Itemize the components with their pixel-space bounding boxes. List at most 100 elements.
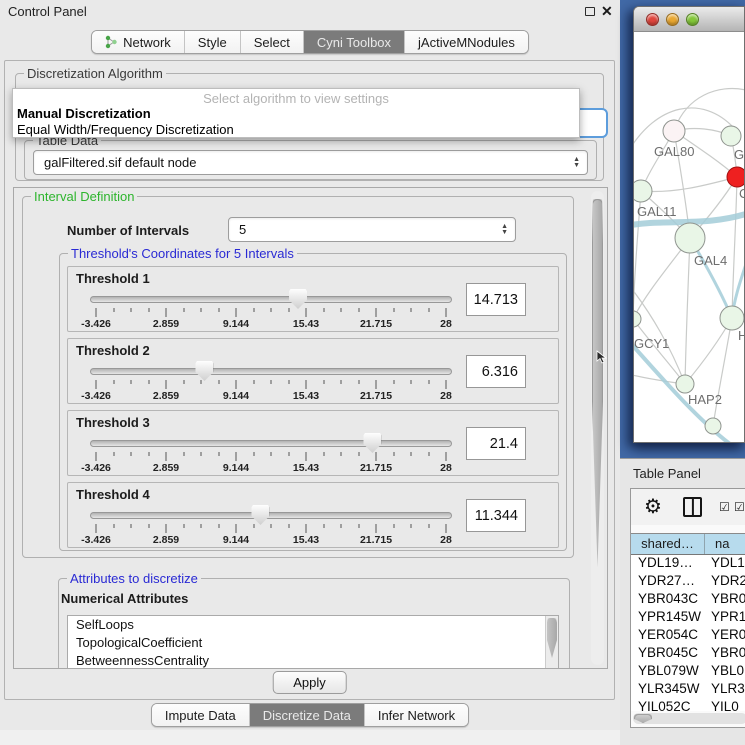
table-row[interactable]: YER054CYER0 xyxy=(631,627,745,645)
table-cell[interactable]: YER0 xyxy=(705,627,745,645)
algorithm-option-manual[interactable]: Manual Discretization xyxy=(13,106,579,122)
threshold-slider[interactable]: -3.4262.8599.14415.4321.71528 xyxy=(90,504,452,546)
select-all-checkbox-icon[interactable]: ☑ xyxy=(719,500,730,514)
table-row[interactable]: YBR043CYBR0 xyxy=(631,591,745,609)
network-node[interactable] xyxy=(634,311,641,327)
table-row[interactable]: YPR145WYPR1 xyxy=(631,609,745,627)
table-cell[interactable]: YBR0 xyxy=(705,645,745,663)
slider-thumb[interactable] xyxy=(289,289,307,309)
tab-discretize-data[interactable]: Discretize Data xyxy=(249,704,364,726)
table-cell[interactable]: YPR1 xyxy=(705,609,745,627)
network-node[interactable] xyxy=(727,167,744,187)
attribute-list-item[interactable]: BetweennessCentrality xyxy=(68,652,558,669)
split-table-icon[interactable] xyxy=(683,497,702,517)
close-traffic-light-icon[interactable] xyxy=(646,13,659,26)
threshold-value-input[interactable] xyxy=(466,427,526,460)
apply-button[interactable]: Apply xyxy=(272,671,347,694)
cyni-toolbox-panel: Discretization Algorithm Table Data galF… xyxy=(4,60,615,700)
attribute-list[interactable]: SelfLoopsTopologicalCoefficientBetweenne… xyxy=(67,615,559,669)
tab-select[interactable]: Select xyxy=(240,31,303,53)
network-node[interactable] xyxy=(676,375,694,393)
threshold-value-input[interactable] xyxy=(466,283,526,316)
table-cell[interactable]: YER054C xyxy=(631,627,705,645)
threshold-slider[interactable]: -3.4262.8599.14415.4321.71528 xyxy=(90,288,452,330)
attribute-list-item[interactable]: TopologicalCoefficient xyxy=(68,634,558,652)
network-node[interactable] xyxy=(720,306,744,330)
table-horizontal-scrollbar[interactable] xyxy=(633,713,745,724)
threshold-value-input[interactable] xyxy=(466,499,526,532)
table-data-select[interactable]: galFiltered.sif default node ▲▼ xyxy=(33,150,588,175)
table-cell[interactable]: YBL0 xyxy=(705,663,745,681)
tab-impute-data[interactable]: Impute Data xyxy=(152,704,249,726)
table-cell[interactable]: YBL079W xyxy=(631,663,705,681)
table-row[interactable]: YDL19…YDL1 xyxy=(631,555,745,573)
table-cell[interactable]: YBR043C xyxy=(631,591,705,609)
network-canvas[interactable]: GAL80GACGAL11GAL4GCY1HHAP2 xyxy=(634,32,744,442)
network-edge[interactable] xyxy=(641,177,737,192)
table-cell[interactable]: YDL19… xyxy=(631,555,705,573)
table-row[interactable]: YBR045CYBR0 xyxy=(631,645,745,663)
table-cell[interactable]: YBR045C xyxy=(631,645,705,663)
network-node[interactable] xyxy=(663,120,685,142)
network-node[interactable] xyxy=(634,180,652,202)
tab-cyni-toolbox[interactable]: Cyni Toolbox xyxy=(303,31,404,53)
num-intervals-select[interactable]: 5 ▲▼ xyxy=(228,217,516,242)
select-columns-checkbox-icon[interactable]: ☑ xyxy=(734,500,745,514)
slider-thumb[interactable] xyxy=(363,433,381,453)
num-intervals-label: Number of Intervals xyxy=(67,223,189,238)
table-header-row: shared… na xyxy=(631,533,745,555)
tab-network[interactable]: Network xyxy=(92,31,184,53)
table-row[interactable]: YDR27…YDR2 xyxy=(631,573,745,591)
threshold-slider[interactable]: -3.4262.8599.14415.4321.71528 xyxy=(90,432,452,474)
network-edge[interactable] xyxy=(674,89,744,131)
column-header-name[interactable]: na xyxy=(705,534,745,554)
table-cell[interactable]: YDR2 xyxy=(705,573,745,591)
table-row[interactable]: YBL079WYBL0 xyxy=(631,663,745,681)
table-row[interactable]: YIL052CYIL0 xyxy=(631,699,745,711)
gear-icon[interactable]: ⚙ xyxy=(644,494,662,519)
table-cell[interactable]: YBR0 xyxy=(705,591,745,609)
table-row[interactable]: YLR345WYLR3 xyxy=(631,681,745,699)
network-graph[interactable]: GAL80GACGAL11GAL4GCY1HHAP2 xyxy=(634,32,744,442)
network-view-window: GAL80GACGAL11GAL4GCY1HHAP2 xyxy=(633,6,745,443)
table-cell[interactable]: YIL052C xyxy=(631,699,705,711)
table-panel: Table Panel ⚙ ☑ ☑ shared… na YDL19…YDL1Y… xyxy=(620,458,745,745)
table-data-group: Table Data galFiltered.sif default node … xyxy=(24,140,597,180)
tab-infer-network[interactable]: Infer Network xyxy=(364,704,468,726)
network-node[interactable] xyxy=(721,126,741,146)
slider-track[interactable] xyxy=(90,440,452,447)
network-node-label: H xyxy=(738,328,744,343)
network-window-titlebar[interactable] xyxy=(634,7,744,32)
zoom-traffic-light-icon[interactable] xyxy=(686,13,699,26)
algorithm-option-equal-width[interactable]: Equal Width/Frequency Discretization xyxy=(13,122,579,138)
tab-jactivemnodules[interactable]: jActiveMNodules xyxy=(404,31,528,53)
slider-track[interactable] xyxy=(90,512,452,519)
minimize-traffic-light-icon[interactable] xyxy=(666,13,679,26)
close-icon[interactable]: ✕ xyxy=(601,3,613,20)
table-cell[interactable]: YDR27… xyxy=(631,573,705,591)
float-window-icon[interactable] xyxy=(585,7,595,16)
network-edge[interactable] xyxy=(685,238,690,384)
table-cell[interactable]: YLR3 xyxy=(705,681,745,699)
tab-style[interactable]: Style xyxy=(184,31,240,53)
slider-thumb[interactable] xyxy=(195,361,213,381)
num-intervals-value: 5 xyxy=(239,222,246,237)
network-edge[interactable] xyxy=(634,284,685,384)
table-cell[interactable]: YLR345W xyxy=(631,681,705,699)
threshold-slider[interactable]: -3.4262.8599.14415.4321.71528 xyxy=(90,360,452,402)
threshold-value-input[interactable] xyxy=(466,355,526,388)
table-cell[interactable]: YPR145W xyxy=(631,609,705,627)
network-node-label: GA xyxy=(734,147,744,162)
settings-vertical-scrollbar[interactable] xyxy=(591,191,604,665)
network-node[interactable] xyxy=(705,418,721,434)
attribute-list-scrollbar[interactable] xyxy=(545,616,558,669)
stepper-arrows-icon: ▲▼ xyxy=(501,224,508,236)
table-cell[interactable]: YDL1 xyxy=(705,555,745,573)
column-header-shared[interactable]: shared… xyxy=(631,534,705,554)
network-node[interactable] xyxy=(675,223,705,253)
slider-thumb[interactable] xyxy=(251,505,269,525)
slider-track[interactable] xyxy=(90,296,452,303)
attribute-list-item[interactable]: SelfLoops xyxy=(68,616,558,634)
slider-track[interactable] xyxy=(90,368,452,375)
table-cell[interactable]: YIL0 xyxy=(705,699,745,711)
